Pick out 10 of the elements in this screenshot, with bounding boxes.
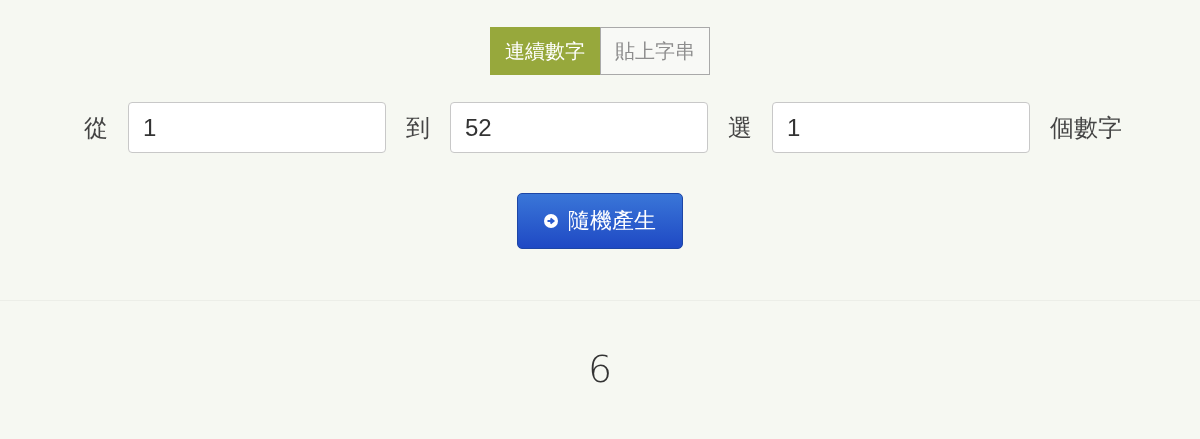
from-field[interactable]: 1: [128, 102, 386, 153]
to-field[interactable]: 52: [450, 102, 708, 153]
arrow-circle-icon: [544, 214, 558, 228]
generate-button[interactable]: 隨機產生: [517, 193, 683, 249]
from-label: 從: [84, 112, 108, 144]
result-number: 6: [587, 347, 613, 391]
suffix-label: 個數字: [1050, 112, 1122, 144]
pick-label: 選: [728, 112, 752, 144]
to-label: 到: [406, 112, 430, 144]
count-field[interactable]: 1: [772, 102, 1030, 153]
